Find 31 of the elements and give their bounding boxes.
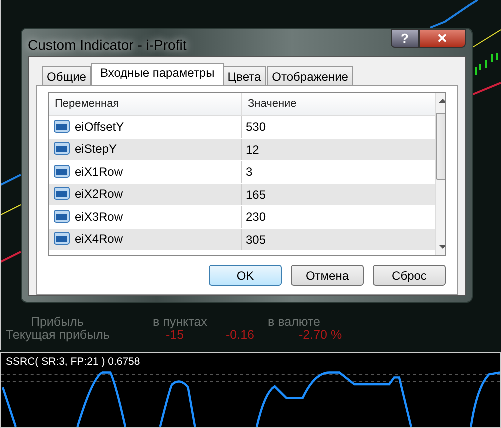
column-header[interactable]: Значение <box>242 93 435 115</box>
parameter-name: eiX4Row <box>75 232 124 246</box>
indicator-label: SSRC( SR:3, FP:21 ) 0.6758 <box>6 356 140 368</box>
parameter-name: eiStepY <box>75 142 118 156</box>
parameter-value[interactable]: 3 <box>242 161 435 182</box>
dialog-button[interactable]: Сброс <box>373 265 446 286</box>
profit-value: -15 <box>166 329 184 342</box>
profit-header: Прибыль <box>31 316 85 329</box>
window-title: Custom Indicator - i-Profit <box>28 36 187 53</box>
profit-value: -2.70 % <box>299 329 342 342</box>
parameter-value[interactable]: 12 <box>242 138 435 160</box>
parameter-name: eiOffsetY <box>75 120 124 134</box>
dialog-button[interactable]: Отмена <box>291 265 364 286</box>
column-header[interactable]: Переменная <box>49 93 242 115</box>
profit-label: Текущая прибыль <box>6 329 111 342</box>
tab[interactable]: Входные параметры <box>91 63 224 85</box>
profit-value: -0.16 <box>226 329 256 342</box>
close-button[interactable]: ✕ <box>419 29 466 48</box>
parameter-name: eiX1Row <box>75 164 124 179</box>
tab[interactable]: Общие <box>42 66 92 85</box>
parameter-value[interactable]: 305 <box>242 228 435 250</box>
tab[interactable]: Отображение <box>267 66 354 85</box>
tab[interactable]: Цвета <box>222 66 266 85</box>
parameter-name: eiX2Row <box>75 187 124 202</box>
profit-header: в пунктах <box>153 316 208 329</box>
dialog-button[interactable]: OK <box>209 265 282 286</box>
parameter-value[interactable]: 165 <box>242 184 435 205</box>
parameter-value[interactable]: 230 <box>242 206 435 228</box>
parameter-name: eiX3Row <box>75 210 124 224</box>
parameter-value[interactable]: 530 <box>242 116 435 138</box>
profit-header: в валюте <box>268 316 320 329</box>
